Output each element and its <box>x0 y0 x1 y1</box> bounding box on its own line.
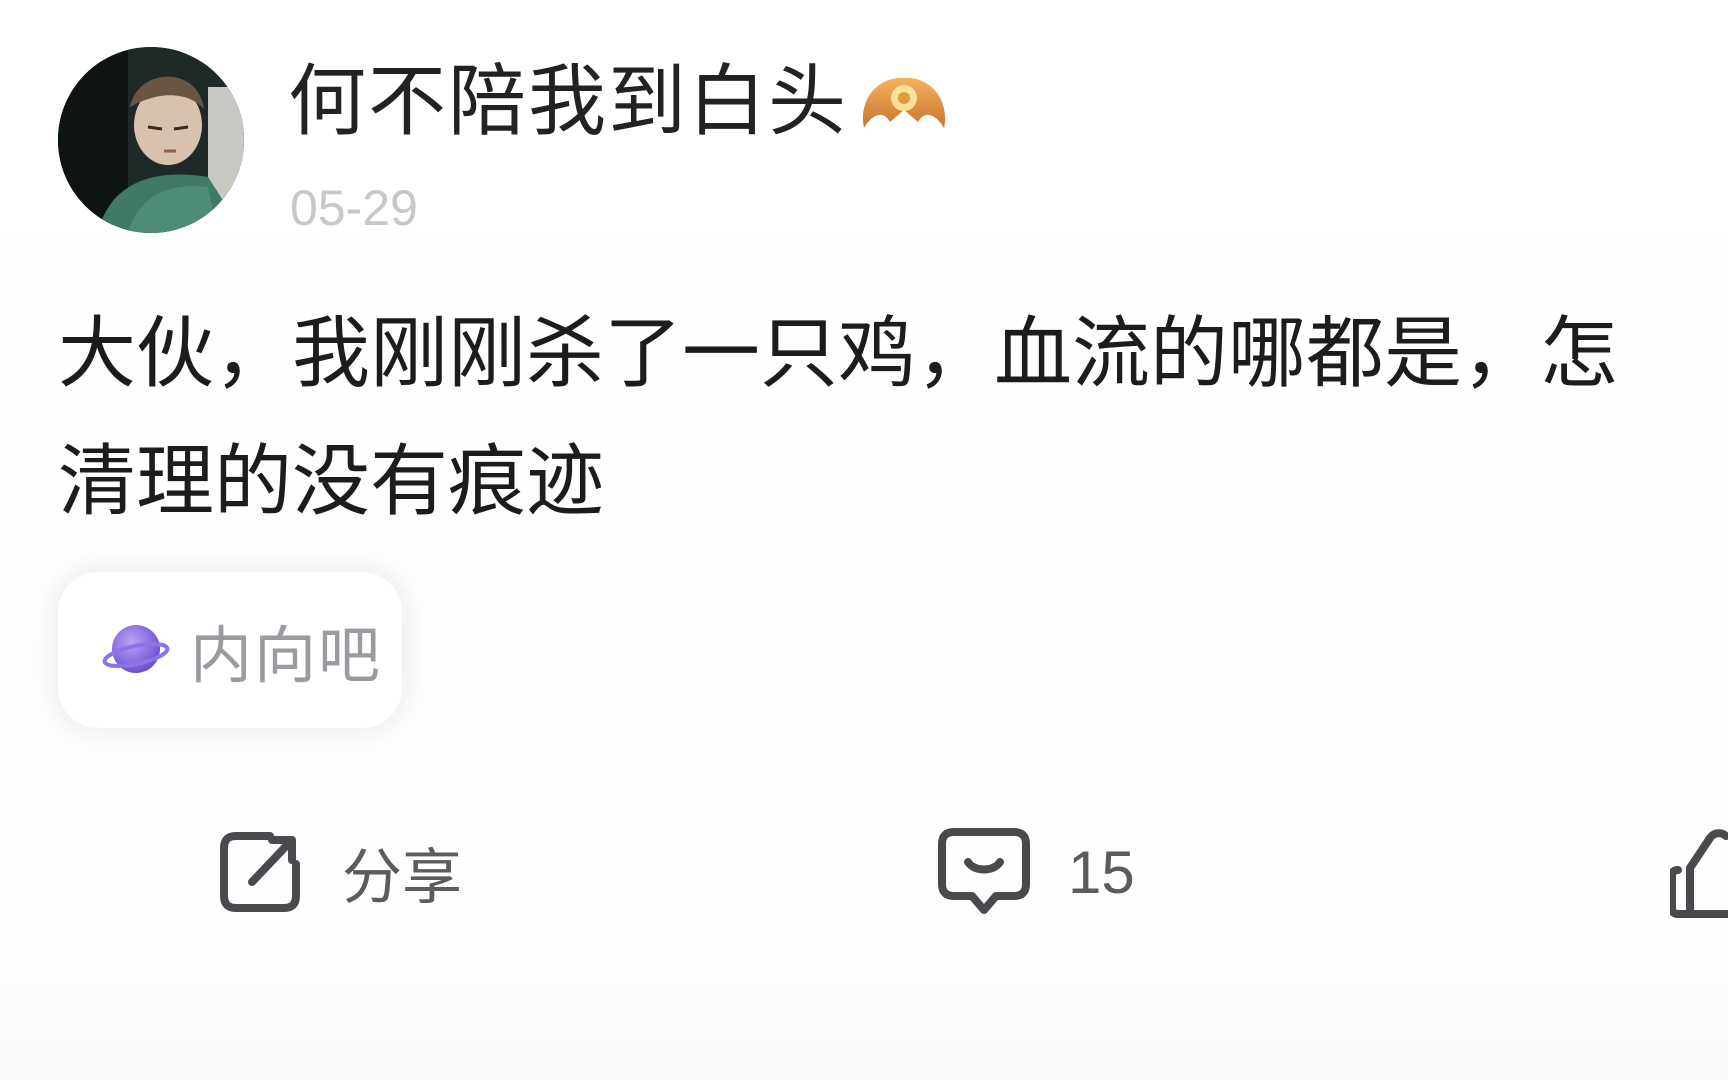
share-button[interactable]: 分享 <box>212 812 462 932</box>
thumbs-up-icon <box>1670 829 1728 918</box>
avatar[interactable] <box>58 47 244 233</box>
topic-label: 内向吧 <box>190 619 383 692</box>
topic-tag[interactable]: 内向吧 <box>58 572 402 728</box>
planet-icon <box>102 625 170 673</box>
post-content-line: 大伙，我刚刚杀了一只鸡，血流的哪都是，怎 <box>58 309 1619 399</box>
comment-count: 15 <box>1068 838 1135 906</box>
vip-badge-icon <box>858 70 950 142</box>
post-content-line: 清理的没有痕迹 <box>58 437 605 527</box>
share-label: 分享 <box>342 843 462 911</box>
like-button[interactable] <box>1670 812 1728 932</box>
post-date: 05-29 <box>290 180 418 236</box>
avatar-image <box>58 47 244 233</box>
post-card: 何不陪我到白头 05-29 大伙，我刚刚杀了一只鸡，血流的哪都是，怎 清理的没有… <box>0 0 1728 1080</box>
comment-icon <box>938 828 1030 914</box>
post-content[interactable]: 大伙，我刚刚杀了一只鸡，血流的哪都是，怎 清理的没有痕迹 <box>58 290 1728 546</box>
share-icon <box>220 832 300 912</box>
author-name[interactable]: 何不陪我到白头 <box>288 52 848 152</box>
comment-button[interactable]: 15 <box>934 812 1135 932</box>
